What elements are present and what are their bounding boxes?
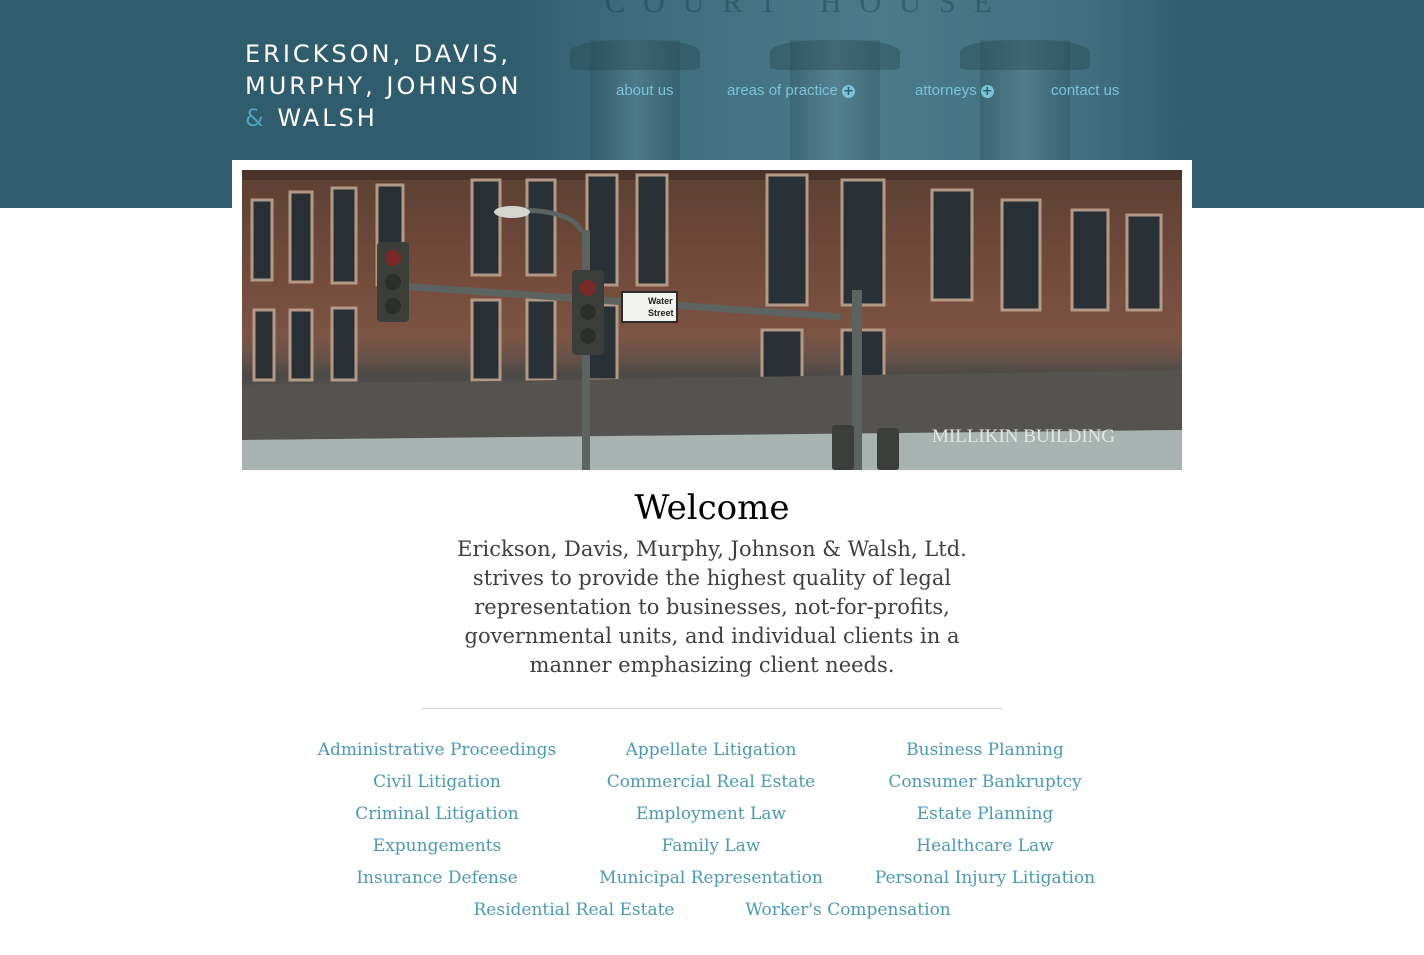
nav-contact-us[interactable]: contact us [1051,82,1119,102]
practice-link[interactable]: Commercial Real Estate [561,770,861,794]
practice-link[interactable]: Administrative Proceedings [287,738,587,762]
welcome-line-5: manner emphasizing client needs. [529,653,895,677]
nav-attorneys[interactable]: attorneys + [915,82,994,102]
nav-areas-of-practice-label: areas of practice [727,82,838,99]
firm-logo[interactable]: ERICKSON, DAVIS, MURPHY, JOHNSON & WALSH [245,38,521,134]
practice-link[interactable]: Personal Injury Litigation [835,866,1135,890]
welcome-line-2: strives to provide the highest quality o… [472,566,952,590]
welcome-line-4: governmental units, and individual clien… [464,624,960,648]
practice-link[interactable]: Healthcare Law [835,834,1135,858]
logo-line-3-text: WALSH [277,104,378,132]
nav-about-us-label: about us [616,82,674,99]
hero-illustration: MILLIKIN BUILDING Water Street [242,170,1182,470]
section-divider [422,708,1002,709]
logo-ampersand: & [245,104,267,132]
practice-link[interactable]: Family Law [561,834,861,858]
street-sign-line-1: Water [648,296,673,306]
nav-attorneys-label: attorneys [915,82,977,99]
expand-plus-icon: + [980,84,994,99]
welcome-line-1: Erickson, Davis, Murphy, Johnson & Walsh… [457,537,967,561]
logo-line-3: & WALSH [245,102,521,134]
practice-link[interactable]: Estate Planning [835,802,1135,826]
practice-link[interactable]: Municipal Representation [561,866,861,890]
practice-link[interactable]: Expungements [287,834,587,858]
practice-link[interactable]: Business Planning [835,738,1135,762]
practice-link[interactable]: Insurance Defense [287,866,587,890]
courthouse-header-image: COURT HOUSE [500,0,1192,160]
hero-building-photo: MILLIKIN BUILDING Water Street [242,170,1182,470]
nav-about-us[interactable]: about us [616,82,674,102]
nav-contact-us-label: contact us [1051,82,1120,99]
nav-areas-of-practice[interactable]: areas of practice + [727,82,855,102]
welcome-heading: Welcome [634,488,790,528]
building-sign-text: MILLIKIN BUILDING [932,426,1115,447]
welcome-line-3: representation to businesses, not-for-pr… [474,595,950,619]
practice-link[interactable]: Civil Litigation [287,770,587,794]
courthouse-engraving: COURT HOUSE [605,0,1010,19]
practice-link[interactable]: Appellate Litigation [561,738,861,762]
practice-link[interactable]: Employment Law [561,802,861,826]
logo-line-2: MURPHY, JOHNSON [245,72,522,100]
street-sign-line-2: Street [648,308,674,318]
practice-link[interactable]: Residential Real Estate [424,898,724,922]
practice-link[interactable]: Worker's Compensation [698,898,998,922]
expand-plus-icon: + [841,84,855,99]
practice-link[interactable]: Criminal Litigation [287,802,587,826]
practice-link[interactable]: Consumer Bankruptcy [835,770,1135,794]
welcome-paragraph: Erickson, Davis, Murphy, Johnson & Walsh… [432,535,992,680]
logo-line-1: ERICKSON, DAVIS, [245,40,512,68]
